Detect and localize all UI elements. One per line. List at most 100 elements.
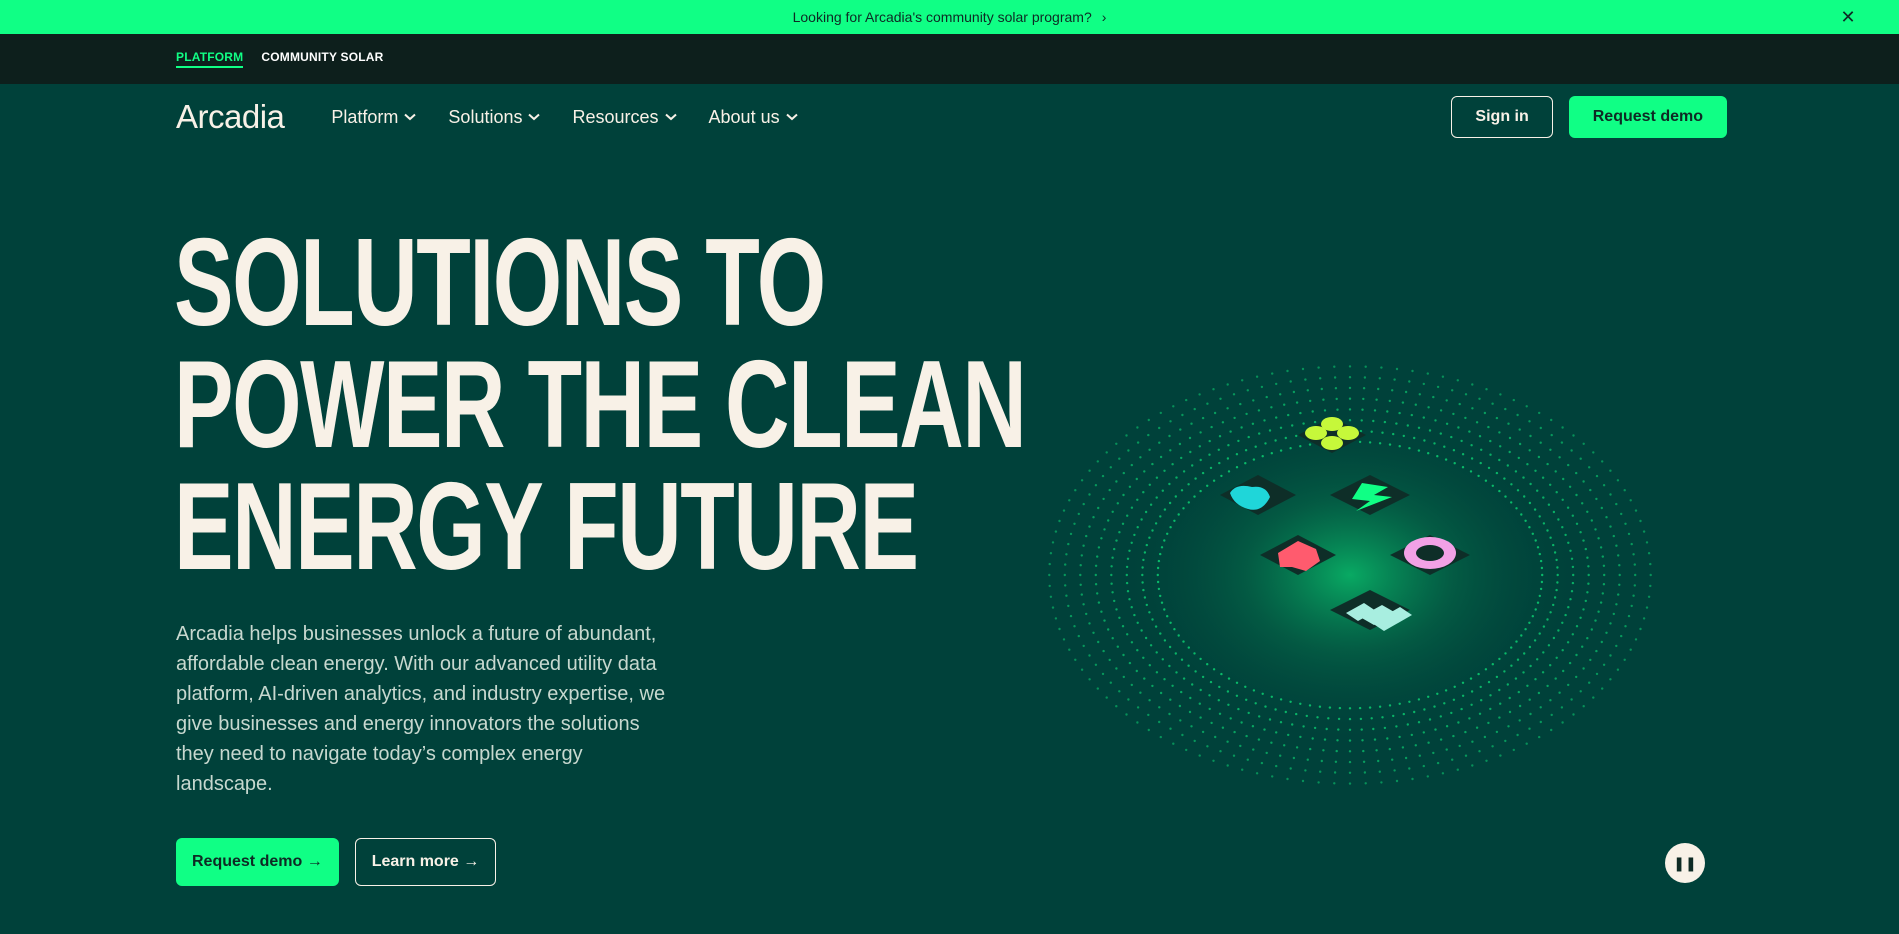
decor-dot	[1484, 479, 1488, 482]
decor-dot	[1426, 372, 1429, 375]
decor-dot	[1064, 584, 1067, 587]
decor-dot	[1058, 627, 1061, 631]
decor-dot	[1103, 619, 1106, 622]
decor-dot	[1590, 519, 1593, 522]
decor-dot	[1487, 680, 1491, 684]
decor-dot	[1451, 758, 1454, 761]
decor-dot	[1143, 470, 1146, 473]
decor-dot	[1536, 546, 1540, 549]
decor-dot	[1258, 715, 1261, 718]
decor-dot	[1388, 747, 1391, 751]
decor-dot	[1456, 379, 1459, 382]
decor-dot	[1201, 471, 1205, 475]
decor-dot	[1495, 471, 1499, 475]
decor-dot	[1642, 617, 1646, 620]
decor-dot	[1147, 728, 1150, 732]
decor-dot	[1201, 416, 1205, 420]
decor-dot	[1157, 559, 1161, 563]
decor-dot	[1049, 552, 1053, 555]
nav-item-about-us[interactable]: About us	[709, 107, 798, 128]
decor-dot	[1181, 413, 1184, 417]
decor-dot	[1080, 668, 1084, 671]
decor-dot	[1252, 689, 1256, 692]
decor-dot	[1108, 658, 1111, 662]
decor-dot	[1489, 694, 1492, 697]
decor-dot	[1295, 401, 1299, 404]
decor-dot	[1561, 721, 1564, 724]
switcher-tab-platform[interactable]: PLATFORM	[176, 50, 244, 68]
decor-dot	[1235, 466, 1239, 469]
decor-dot	[1149, 644, 1153, 647]
decor-dot	[1464, 754, 1468, 757]
decor-dot	[1471, 383, 1474, 386]
decor-dot	[1391, 389, 1394, 392]
decor-dot	[1244, 449, 1248, 452]
decor-dot	[1201, 730, 1205, 734]
decor-dot	[1388, 704, 1392, 707]
decor-dot	[1180, 489, 1184, 492]
learn-more-button[interactable]: Learn more →	[354, 838, 497, 886]
decor-dot	[1517, 690, 1520, 694]
decor-dot	[1572, 573, 1575, 577]
decor-dot	[1135, 477, 1138, 481]
decor-dot	[1125, 434, 1128, 437]
decor-dot	[1537, 455, 1541, 459]
decor-dot	[1393, 769, 1396, 772]
decor-dot	[1292, 390, 1296, 394]
decor-dot	[1178, 704, 1182, 708]
switcher-tab-community-solar[interactable]: COMMUNITY SOLAR	[261, 50, 383, 68]
decor-dot	[1432, 751, 1435, 755]
donut-chart-icon	[1404, 537, 1456, 569]
decor-dot	[1401, 746, 1405, 749]
request-demo-button[interactable]: Request demo	[1568, 96, 1727, 138]
decor-dot	[1406, 723, 1409, 726]
nav-item-platform[interactable]: Platform	[331, 107, 417, 128]
decor-dot	[1362, 760, 1366, 763]
decor-dot	[1337, 728, 1340, 731]
sign-in-button[interactable]: Sign in	[1451, 96, 1553, 138]
announcement-link[interactable]: Looking for Arcadia's community solar pr…	[793, 9, 1107, 25]
decor-dot	[1582, 608, 1585, 611]
decor-dot	[1048, 584, 1051, 588]
decor-dot	[1295, 434, 1298, 438]
decor-dot	[1113, 599, 1116, 603]
decor-dot	[1270, 741, 1273, 744]
decor-dot	[1180, 690, 1183, 694]
decor-dot	[1526, 463, 1529, 466]
decor-dot	[1247, 435, 1250, 439]
decor-dot	[1168, 434, 1171, 438]
decor-dot	[1306, 758, 1309, 761]
decor-dot	[1487, 466, 1491, 470]
hero-request-demo-button[interactable]: Request demo →	[176, 838, 339, 886]
decor-dot	[1080, 593, 1083, 596]
decor-dot	[1542, 625, 1546, 628]
decor-dot	[1212, 759, 1215, 762]
decor-dot	[1398, 735, 1401, 739]
decor-dot	[1133, 613, 1136, 617]
decor-dot	[1561, 498, 1564, 501]
decor-dot	[1392, 432, 1395, 436]
nav-item-solutions[interactable]: Solutions	[448, 107, 541, 128]
close-icon[interactable]: ✕	[1837, 6, 1859, 28]
decor-dot	[1174, 652, 1177, 655]
arcadia-logo[interactable]: Arcadia	[176, 98, 285, 136]
decor-dot	[1270, 406, 1273, 409]
decor-dot	[1299, 735, 1302, 739]
decor-dot	[1257, 738, 1261, 741]
decor-dot	[1570, 590, 1574, 593]
decor-dot	[1422, 382, 1425, 386]
decor-dot	[1601, 555, 1604, 558]
decor-dot	[1147, 418, 1150, 422]
decor-dot	[1088, 678, 1091, 681]
decor-dot	[1534, 539, 1537, 542]
pause-icon[interactable]: ❚❚	[1665, 843, 1705, 883]
decor-dot	[1590, 628, 1593, 631]
decor-dot	[1520, 513, 1523, 516]
decor-dot	[1633, 584, 1636, 587]
decor-dot	[1323, 409, 1327, 412]
decor-dot	[1445, 748, 1448, 751]
nav-item-resources[interactable]: Resources	[572, 107, 677, 128]
decor-dot	[1217, 699, 1220, 702]
decor-dot	[1169, 621, 1172, 624]
decor-dot	[1102, 497, 1105, 501]
